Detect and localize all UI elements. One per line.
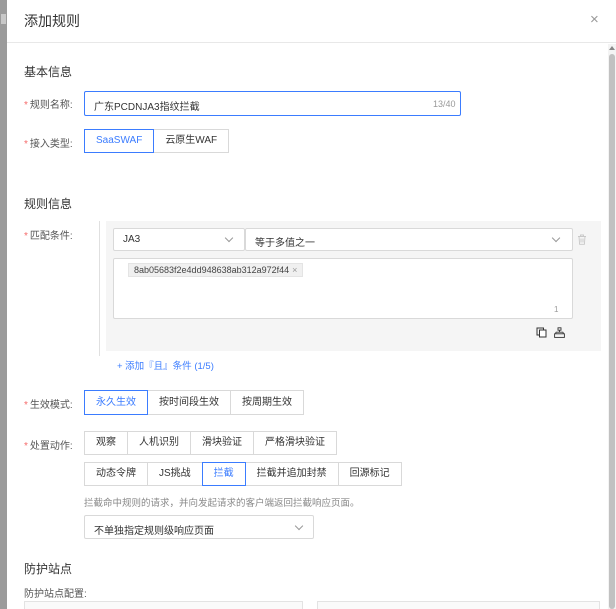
tree-icon[interactable]: [554, 327, 565, 338]
action-segment-row2: 动态令牌 JS挑战 拦截 拦截并追加封禁 回源标记: [84, 462, 402, 486]
effect-mode-label: * 生效模式:: [24, 400, 73, 411]
access-option-cloud-native-waf[interactable]: 云原生WAF: [153, 129, 230, 153]
add-rule-dialog: 添加规则 × 基本信息 * 规则名称: 广东PCDNJA3指纹拦截 13/40 *…: [7, 0, 616, 609]
response-page-select[interactable]: 不单独指定规则级响应页面: [84, 515, 314, 539]
scrollbar[interactable]: [608, 44, 616, 609]
protected-sites-title: 防护站点: [24, 562, 73, 576]
copy-icon[interactable]: [536, 327, 547, 338]
background-overlay: [0, 0, 7, 609]
chevron-down-icon: [224, 233, 234, 243]
match-value-text: 8ab05683f2e4dd948638ab312a972f44: [134, 265, 290, 275]
effect-mode-segment: 永久生效 按时间段生效 按周期生效: [84, 390, 304, 415]
match-operator-select[interactable]: 等于多值之一: [245, 228, 573, 251]
action-option-observe[interactable]: 观察: [84, 431, 128, 455]
chevron-down-icon: [551, 233, 561, 243]
action-option-block-and-ban[interactable]: 拦截并追加封禁: [244, 462, 339, 486]
access-type-segment: SaaSWAF 云原生WAF: [84, 129, 230, 153]
dialog-header: 添加规则 ×: [7, 0, 616, 43]
value-count: 1: [554, 305, 559, 314]
response-page-value: 不单独指定规则级响应页面: [94, 526, 214, 537]
match-field-select[interactable]: JA3: [113, 228, 245, 251]
background-edge: [1, 14, 6, 24]
effect-option-time-range[interactable]: 按时间段生效: [147, 390, 231, 415]
action-option-block[interactable]: 拦截: [201, 462, 246, 486]
action-segment-row1: 观察 人机识别 滑块验证 严格滑块验证: [84, 431, 337, 455]
scroll-up-icon[interactable]: [609, 46, 615, 50]
rule-info-title: 规则信息: [24, 197, 73, 211]
condition-divider: [99, 221, 100, 356]
action-hint: 拦截命中规则的请求，并向发起请求的客户端返回拦截响应页面。: [84, 498, 360, 509]
access-option-saaswaf[interactable]: SaaSWAF: [84, 129, 155, 153]
protected-sites-config-label: 防护站点配置:: [24, 589, 87, 600]
action-label: * 处置动作:: [24, 441, 73, 452]
effect-option-permanent[interactable]: 永久生效: [84, 390, 148, 415]
add-and-condition-link[interactable]: + 添加『且』条件 (1/5): [117, 358, 214, 372]
rule-name-counter: 13/40: [433, 99, 456, 109]
chevron-down-icon: [294, 521, 304, 531]
close-icon[interactable]: ×: [590, 12, 599, 28]
match-field-value: JA3: [123, 234, 141, 245]
rule-name-label: * 规则名称:: [24, 100, 73, 111]
rule-name-value: 广东PCDNJA3指纹拦截: [94, 102, 200, 113]
action-option-captcha[interactable]: 人机识别: [127, 431, 191, 455]
trash-icon[interactable]: [577, 234, 587, 245]
effect-option-periodic[interactable]: 按周期生效: [230, 390, 304, 415]
basic-info-title: 基本信息: [24, 65, 73, 79]
protected-sites-panel-right: [317, 601, 600, 609]
scrollbar-thumb[interactable]: [609, 54, 615, 609]
action-option-slider[interactable]: 滑块验证: [190, 431, 254, 455]
action-option-origin-mark[interactable]: 回源标记: [337, 462, 402, 486]
action-option-strict-slider[interactable]: 严格滑块验证: [253, 431, 337, 455]
dialog-title: 添加规则: [24, 13, 80, 29]
action-option-dynamic-token[interactable]: 动态令牌: [84, 462, 148, 486]
match-value-tag: 8ab05683f2e4dd948638ab312a972f44 ×: [128, 263, 304, 277]
access-type-label: * 接入类型:: [24, 139, 73, 150]
action-option-js-challenge[interactable]: JS挑战: [147, 462, 203, 486]
tag-remove-icon[interactable]: ×: [292, 265, 297, 275]
protected-sites-panel-left: [24, 601, 303, 609]
match-operator-value: 等于多值之一: [255, 238, 315, 249]
rule-name-input[interactable]: 广东PCDNJA3指纹拦截 13/40: [84, 91, 461, 116]
match-condition-label: * 匹配条件:: [24, 231, 73, 242]
